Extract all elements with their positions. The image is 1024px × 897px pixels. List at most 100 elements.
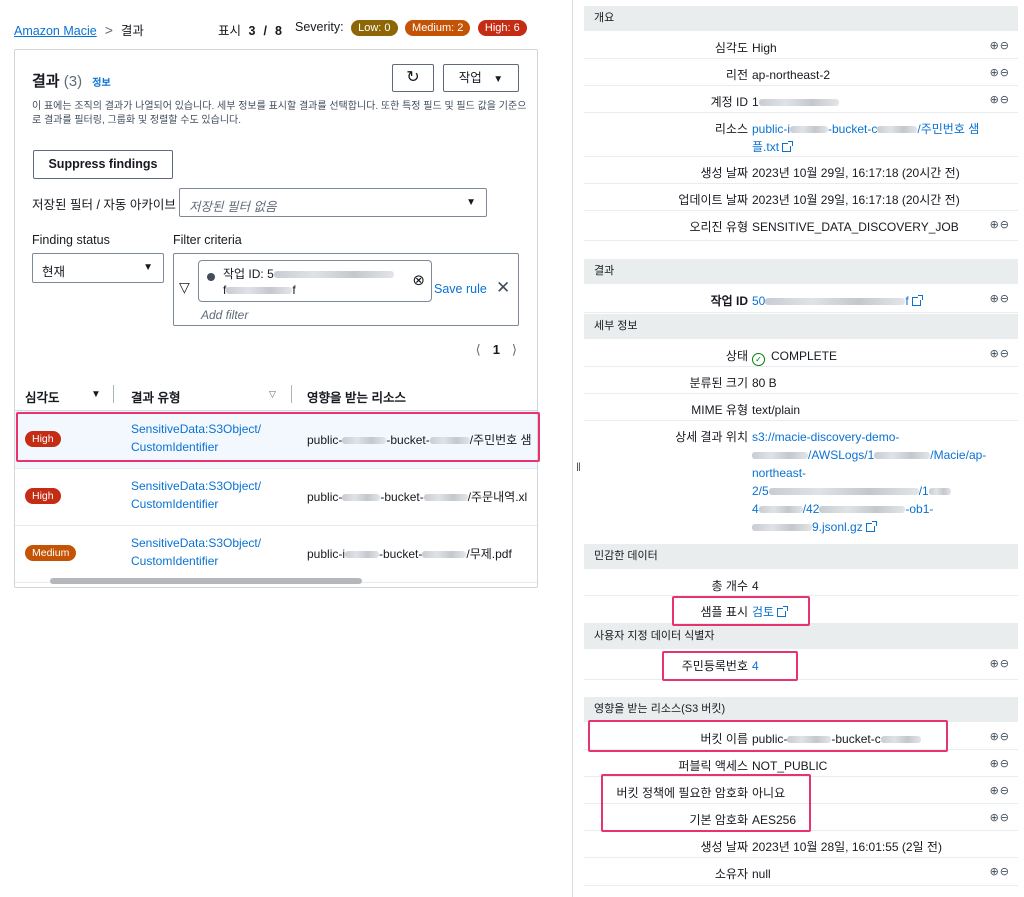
finding-type-link[interactable]: SensitiveData:S3Object/CustomIdentifier [131,420,261,456]
chevron-left-icon[interactable]: ⟨ [476,342,481,357]
external-link-icon [865,521,877,532]
detail-row: 오리진 유형 SENSITIVE_DATA_DISCOVERY_JOB ⊕⊖ [584,211,1018,241]
zoom-icons[interactable]: ⊕⊖ [990,347,1010,360]
review-sample-link[interactable]: 검토 [752,603,988,621]
external-link-icon [782,141,794,152]
detail-row: 리소스 public-i -bucket-c/주민번호 샘 플.txt [584,113,1018,157]
chevron-right-icon[interactable]: ⟩ [512,342,517,357]
filter-criteria-box[interactable]: ▽ 작업 ID: 5 ff ⊗ Save rule ✕ Add filter [173,253,519,326]
detail-row: 소유자 null ⊕⊖ [584,858,1018,886]
detail-row: 총 개수 4 [584,570,1018,596]
column-header-severity[interactable]: 심각도 [25,387,60,406]
external-link-icon [911,295,923,306]
pagination: ⟨ 1 ⟩ [476,342,517,358]
save-rule-link[interactable]: Save rule [434,282,487,296]
breadcrumb-separator: > [104,22,113,38]
dot-icon [207,273,215,281]
suppress-findings-button[interactable]: Suppress findings [33,150,173,179]
zoom-icons[interactable]: ⊕⊖ [990,784,1010,797]
column-header-resource[interactable]: 영향을 받는 리소스 [307,387,406,406]
section-header-details: 세부 정보 [584,314,1018,339]
breadcrumb: Amazon Macie > 결과 [14,20,144,39]
table-header: 심각도 ▼ 결과 유형 ▽ 영향을 받는 리소스 [15,380,537,411]
external-link-icon [777,606,789,617]
zoom-icons[interactable]: ⊕⊖ [990,93,1010,106]
info-link[interactable]: 정보 [92,78,110,89]
severity-badge: Medium [25,545,77,561]
zoom-icons[interactable]: ⊕⊖ [990,292,1010,305]
column-header-type[interactable]: 결과 유형 [131,387,180,406]
zoom-icons[interactable]: ⊕⊖ [990,39,1010,52]
detail-row: 계정 ID 1 ⊕⊖ [584,86,1018,113]
detail-row: 상태 ✓ COMPLETE ⊕⊖ [584,340,1018,367]
detail-row: 주민등록번호 4 ⊕⊖ [584,650,1018,680]
table-row[interactable]: High SensitiveData:S3Object/CustomIdenti… [15,411,537,469]
detail-row: 버킷 정책에 필요한 암호화 아니요 ⊕⊖ [584,777,1018,804]
zoom-icons[interactable]: ⊕⊖ [990,757,1010,770]
add-filter-input[interactable]: Add filter [201,308,248,322]
zoom-icons[interactable]: ⊕⊖ [990,865,1010,878]
breadcrumb-root-link[interactable]: Amazon Macie [14,24,97,38]
finding-status-label: Finding status [32,233,110,247]
breadcrumb-current: 결과 [120,24,144,38]
detail-row: 샘플 표시 검토 [584,596,1018,624]
detail-row: 생성 날짜 2023년 10월 29일, 16:17:18 (20시간 전) [584,157,1018,184]
section-header-result: 결과 [584,259,1018,284]
filter-token: 작업 ID: 5 ff ⊗ [198,260,432,302]
table-row[interactable]: High SensitiveData:S3Object/CustomIdenti… [15,468,537,526]
page-number[interactable]: 1 [493,342,500,357]
caret-down-icon: ▼ [493,74,504,85]
finding-type-link[interactable]: SensitiveData:S3Object/CustomIdentifier [131,534,261,570]
job-id-link[interactable]: 50 f [752,292,988,310]
resize-handle-icon[interactable]: ‖ [576,460,581,474]
detail-row: 업데이트 날짜 2023년 10월 29일, 16:17:18 (20시간 전) [584,184,1018,211]
resource-link[interactable]: public-i -bucket-c/주민번호 샘 플.txt [752,120,988,156]
section-header-overview: 개요 [584,6,1018,31]
resource-name: public-i -bucket-/무제.pdf [307,547,512,561]
medium-severity-badge: Medium: 2 [405,20,471,36]
section-header-bucket: 영향을 받는 리소스(S3 버킷) [584,697,1018,722]
finding-status-select[interactable]: 현재 ▼ [32,253,164,283]
detail-row: 생성 날짜 2023년 10월 28일, 16:01:55 (2일 전) [584,831,1018,858]
zoom-icons[interactable]: ⊕⊖ [990,66,1010,79]
caret-down-icon: ▼ [466,197,476,208]
check-circle-icon: ✓ [752,353,765,366]
actions-button[interactable]: 작업 ▼ [443,64,519,92]
zoom-icons[interactable]: ⊕⊖ [990,657,1010,670]
saved-filter-select[interactable]: 저장된 필터 없음 ▼ [179,188,487,217]
showing-count: 표시 3/8 [218,24,282,38]
severity-badge: High [25,431,61,447]
panel-title: 결과 (3) 정보 [32,73,111,90]
finding-type-link[interactable]: SensitiveData:S3Object/CustomIdentifier [131,477,261,513]
sort-icon[interactable]: ▽ [269,389,276,400]
detail-row: 심각도 High ⊕⊖ [584,32,1018,59]
split-divider [572,0,573,897]
zoom-icons[interactable]: ⊕⊖ [990,811,1010,824]
sort-down-icon[interactable]: ▼ [91,389,101,400]
finding-details-pane: 개요 심각도 High ⊕⊖ 리전 ap-northeast-2 ⊕⊖ 계정 ID 1… [584,0,1024,897]
section-header-custom-identifiers: 사용자 지정 데이터 식별자 [584,624,1018,649]
rrn-count-link[interactable]: 4 [752,657,988,675]
low-severity-badge: Low: 0 [351,20,398,36]
high-severity-badge: High: 6 [477,20,527,36]
horizontal-scrollbar[interactable] [50,578,362,584]
findings-table-panel: 결과 (3) 정보 ↻ 작업 ▼ 이 표에는 조직의 결과가 나열되어 있습니다… [14,49,538,588]
close-icon[interactable]: ✕ [496,278,510,298]
filter-criteria-label: Filter criteria [173,233,242,247]
refresh-button[interactable]: ↻ [392,64,434,92]
detail-row: 작업 ID 50 f ⊕⊖ [584,285,1018,313]
severity-badge: High [25,488,61,504]
section-header-sensitive-data: 민감한 데이터 [584,544,1018,569]
findings-pane: Amazon Macie > 결과 표시 3/8 Severity: Low: 0 … [0,0,560,897]
detail-row: MIME 유형 text/plain [584,394,1018,421]
resource-name: public- -bucket-/주민번호 샘 [307,433,532,447]
caret-down-icon: ▼ [143,262,153,273]
refresh-icon: ↻ [406,69,420,86]
detail-row: 리전 ap-northeast-2 ⊕⊖ [584,59,1018,86]
remove-token-icon[interactable]: ⊗ [412,271,425,289]
table-row[interactable]: Medium SensitiveData:S3Object/CustomIden… [15,525,537,583]
zoom-icons[interactable]: ⊕⊖ [990,730,1010,743]
detailed-result-location-link[interactable]: s3://macie-discovery-demo- /AWSLogs/1/Ma… [752,428,988,536]
detail-row: 버킷 이름 public- -bucket-c ⊕⊖ [584,723,1018,750]
zoom-icons[interactable]: ⊕⊖ [990,218,1010,231]
